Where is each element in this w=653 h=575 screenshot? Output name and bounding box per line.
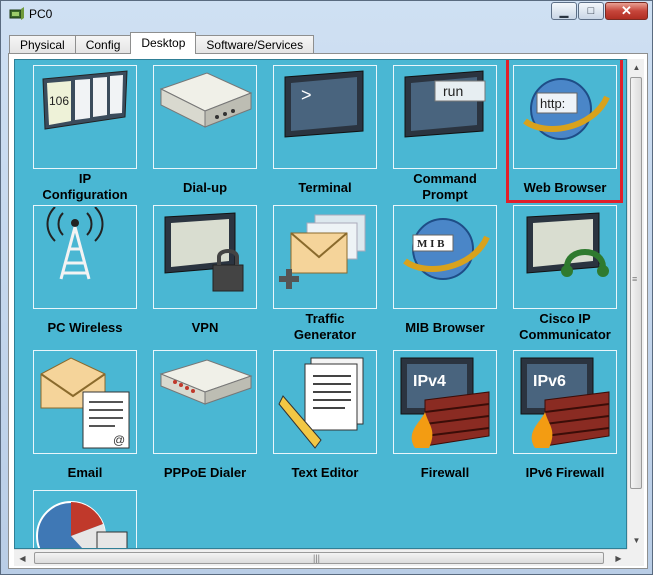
item-label: Firewall <box>420 465 470 480</box>
svg-text:106: 106 <box>49 94 69 108</box>
text-editor-tile[interactable] <box>273 350 377 454</box>
pppoe-dialer-icon <box>159 359 253 405</box>
scroll-right-button[interactable]: ▶ <box>610 550 627 567</box>
firewall-icon: IPv4 <box>400 357 490 448</box>
partial-tile[interactable] <box>33 490 137 548</box>
item-label: PC Wireless <box>47 320 123 335</box>
item-label-line2: Communicator <box>519 327 611 342</box>
item-label: Terminal <box>298 180 352 195</box>
tab-software-services[interactable]: Software/Services <box>195 35 315 54</box>
title-bar[interactable]: PC0 ▁ □ ✕ <box>1 1 652 27</box>
item-label: Text Editor <box>291 465 359 480</box>
svg-text:run: run <box>443 83 463 99</box>
ip-config-tile[interactable]: 106 <box>33 65 137 169</box>
dialup-tile[interactable] <box>153 65 257 169</box>
item-label: Dial-up <box>182 180 228 195</box>
ipv6-firewall-tile[interactable]: IPv6 <box>513 350 617 454</box>
email-tile[interactable]: @ <box>33 350 137 454</box>
item-label: IPv6 Firewall <box>525 465 605 480</box>
horizontal-scrollbar[interactable]: ◀ ||| ▶ <box>14 549 627 566</box>
item-label: MIB Browser <box>405 320 485 335</box>
desktop-area: 106 IP Configuration Dial-up > Terminal … <box>14 59 627 549</box>
item-label: IP <box>78 171 92 186</box>
pppoe-dialer-tile[interactable] <box>153 350 257 454</box>
svg-text:IPv6: IPv6 <box>533 373 566 390</box>
terminal-icon: > <box>284 70 364 138</box>
vpn-tile[interactable] <box>153 205 257 309</box>
firewall-tile[interactable]: IPv4 <box>393 350 497 454</box>
scroll-up-button[interactable]: ▲ <box>628 59 645 76</box>
command-prompt-icon: run <box>404 70 486 138</box>
app-window: PC0 ▁ □ ✕ Physical Config Desktop Softwa… <box>0 0 653 575</box>
traffic-generator-tile[interactable] <box>273 205 377 309</box>
tab-desktop[interactable]: Desktop <box>130 32 197 54</box>
pc-wireless-tile[interactable] <box>33 205 137 309</box>
horizontal-scroll-thumb[interactable]: ||| <box>34 552 604 564</box>
item-label-line2: Generator <box>293 327 357 342</box>
minimize-button[interactable]: ▁ <box>551 2 577 20</box>
ip-config-icon: 106 <box>42 70 128 130</box>
text-editor-icon <box>278 357 364 449</box>
dialup-modem-icon <box>159 72 253 128</box>
tab-physical[interactable]: Physical <box>9 35 76 54</box>
scroll-down-button[interactable]: ▼ <box>628 532 645 549</box>
svg-text:>: > <box>301 85 312 105</box>
item-label: VPN <box>191 320 219 335</box>
command-prompt-tile[interactable]: run <box>393 65 497 169</box>
svg-text:IPv4: IPv4 <box>413 373 446 390</box>
item-label: Email <box>67 465 103 480</box>
svg-text:@: @ <box>113 433 125 447</box>
mib-browser-icon: M I B <box>403 218 490 280</box>
wireless-tower-icon <box>46 207 104 280</box>
terminal-tile[interactable]: > <box>273 65 377 169</box>
window-title: PC0 <box>29 7 53 21</box>
svg-text:M I B: M I B <box>417 238 445 250</box>
scrollbar-corner <box>627 549 644 566</box>
close-button[interactable]: ✕ <box>605 2 648 20</box>
ip-communicator-icon <box>526 212 609 277</box>
highlight-box <box>506 60 623 203</box>
vertical-scrollbar[interactable]: ▲ ≡ ▼ <box>627 59 644 549</box>
desktop-panel: 106 IP Configuration Dial-up > Terminal … <box>8 53 648 569</box>
pie-chart-icon <box>36 501 128 548</box>
item-label: Traffic <box>305 311 345 326</box>
item-label-line2: Prompt <box>422 187 468 202</box>
router-pc-icon <box>9 7 24 20</box>
ip-communicator-tile[interactable] <box>513 205 617 309</box>
traffic-generator-icon <box>279 214 366 289</box>
email-icon: @ <box>40 357 130 449</box>
maximize-button[interactable]: □ <box>578 2 604 20</box>
item-label: Command <box>413 171 477 186</box>
item-label-line2: Configuration <box>42 187 128 202</box>
vpn-lock-icon <box>164 212 244 292</box>
item-label: PPPoE Dialer <box>163 465 247 480</box>
tab-config[interactable]: Config <box>74 35 132 54</box>
item-label: Cisco IP <box>539 311 591 326</box>
tab-bar: Physical Config Desktop Software/Service… <box>9 32 315 54</box>
mib-browser-tile[interactable]: M I B <box>393 205 497 309</box>
scroll-left-button[interactable]: ◀ <box>14 550 31 567</box>
ipv6-firewall-icon: IPv6 <box>520 357 610 448</box>
vertical-scroll-thumb[interactable]: ≡ <box>630 77 642 489</box>
